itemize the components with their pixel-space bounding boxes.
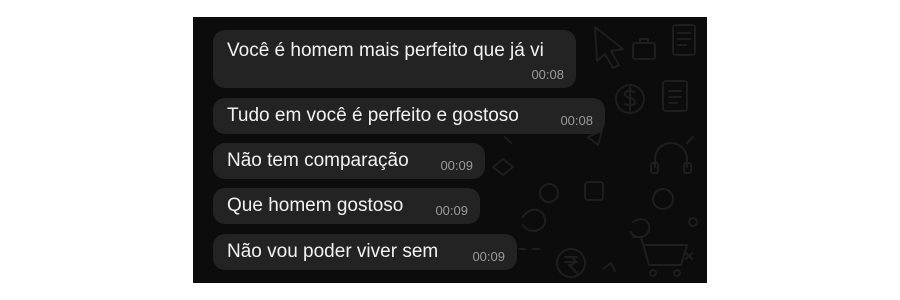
chat-panel: Você é homem mais perfeito que já vi 00:… <box>193 17 707 283</box>
message-timestamp: 00:08 <box>531 67 564 82</box>
message-text: Que homem gostoso <box>227 195 404 216</box>
message-timestamp: 00:09 <box>472 249 505 264</box>
message-timestamp: 00:09 <box>435 203 468 218</box>
message-text: Tudo em você é perfeito e gostoso <box>227 105 519 126</box>
message-text: Não tem comparação <box>227 150 409 171</box>
message-bubble[interactable]: Não tem comparação 00:09 <box>213 143 485 179</box>
message-bubble[interactable]: Que homem gostoso 00:09 <box>213 188 480 224</box>
message-text: Você é homem mais perfeito que já vi <box>227 40 544 61</box>
message-timestamp: 00:08 <box>560 113 593 128</box>
message-bubble[interactable]: Você é homem mais perfeito que já vi 00:… <box>213 30 576 88</box>
message-bubble[interactable]: Não vou poder viver sem 00:09 <box>213 234 517 270</box>
message-timestamp: 00:09 <box>440 158 473 173</box>
message-text: Não vou poder viver sem <box>227 241 439 262</box>
message-bubble[interactable]: Tudo em você é perfeito e gostoso 00:08 <box>213 98 605 134</box>
